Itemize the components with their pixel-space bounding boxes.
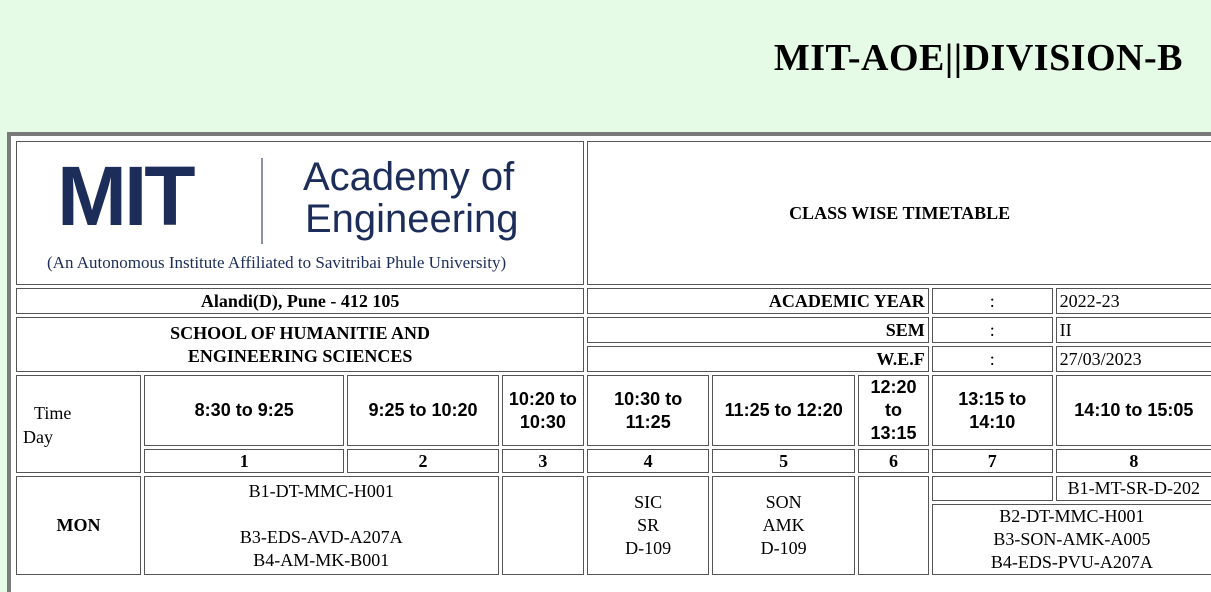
mon-slot-5: SON AMK D-109 — [712, 476, 856, 575]
mon-slot-3 — [501, 476, 585, 575]
doc-title: CLASS WISE TIMETABLE — [587, 141, 1211, 285]
slot-time-3: 10:20 to 10:30 — [501, 375, 585, 446]
slot-num-6: 6 — [858, 449, 929, 473]
mon-slot-7-top — [931, 476, 1053, 501]
logo-mit: MIT — [57, 149, 196, 243]
slot-num-3: 3 — [501, 449, 585, 473]
slot-time-5: 11:25 to 12:20 — [712, 375, 856, 446]
address: Alandi(D), Pune - 412 105 — [16, 288, 585, 314]
timetable-frame: MIT Academy of Engineering (An Autonomou… — [7, 132, 1211, 592]
logo-divider — [261, 158, 263, 244]
logo-institute-name: Academy of Engineering — [303, 155, 519, 241]
mon-slot-1-2: B1-DT-MMC-H001 B3-EDS-AVD-A207A B4-AM-MK… — [143, 476, 499, 575]
school-name: SCHOOL OF HUMANITIE AND ENGINEERING SCIE… — [16, 317, 585, 372]
mon-slot-6 — [858, 476, 929, 575]
slot-time-4: 10:30 to 11:25 — [587, 375, 710, 446]
day-mon: MON — [16, 476, 141, 575]
corner-time-day: Time Day — [16, 375, 141, 473]
sep-academic-year: : — [931, 288, 1053, 314]
slot-num-2: 2 — [347, 449, 499, 473]
value-academic-year: 2022-23 — [1055, 288, 1211, 314]
label-wef: W.E.F — [587, 346, 929, 372]
value-sem: II — [1055, 317, 1211, 343]
label-sem: SEM — [587, 317, 929, 343]
slot-time-7: 13:15 to 14:10 — [931, 375, 1053, 446]
slot-num-4: 4 — [587, 449, 710, 473]
value-wef: 27/03/2023 — [1055, 346, 1211, 372]
mon-slot-8-top: B1-MT-SR-D-202 — [1055, 476, 1211, 501]
institute-logo: MIT Academy of Engineering (An Autonomou… — [16, 141, 585, 285]
slot-time-1: 8:30 to 9:25 — [143, 375, 345, 446]
logo-affiliation: (An Autonomous Institute Affiliated to S… — [47, 253, 507, 272]
slot-num-8: 8 — [1055, 449, 1211, 473]
page-title: MIT-AOE||DIVISION-B — [773, 37, 1183, 79]
timetable: MIT Academy of Engineering (An Autonomou… — [13, 138, 1211, 578]
mon-slot-7-8: B2-DT-MMC-H001 B3-SON-AMK-A005 B4-EDS-PV… — [931, 504, 1211, 575]
slot-time-8: 14:10 to 15:05 — [1055, 375, 1211, 446]
label-academic-year: ACADEMIC YEAR — [587, 288, 929, 314]
slot-num-7: 7 — [931, 449, 1053, 473]
slot-num-5: 5 — [712, 449, 856, 473]
sep-sem: : — [931, 317, 1053, 343]
mon-slot-4: SIC SR D-109 — [587, 476, 710, 575]
slot-time-2: 9:25 to 10:20 — [347, 375, 499, 446]
sep-wef: : — [931, 346, 1053, 372]
slot-time-6: 12:20 to 13:15 — [858, 375, 929, 446]
slot-num-1: 1 — [143, 449, 345, 473]
